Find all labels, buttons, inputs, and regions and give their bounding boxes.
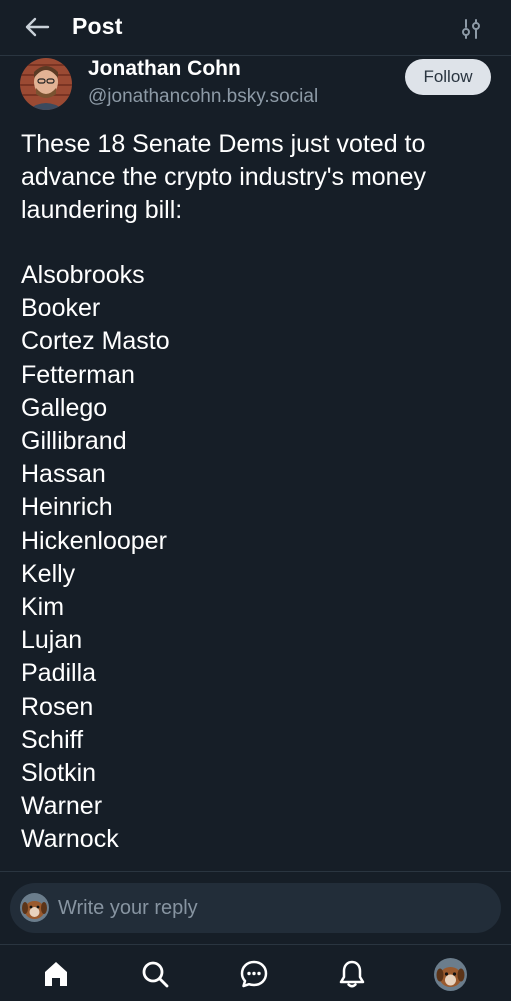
list-item: Padilla [21,659,97,688]
nav-profile[interactable] [432,956,468,992]
chat-icon [240,960,268,988]
post-text: These 18 Senate Dems just voted to advan… [21,130,426,224]
reply-placeholder: Write your reply [58,897,198,919]
list-item: Gillibrand [21,427,127,456]
senator-list: Alsobrooks Booker Cortez Masto Fetterman… [21,259,170,857]
top-bar: Post [0,0,511,56]
list-item: Hassan [21,460,106,489]
list-item: Alsobrooks [21,261,145,289]
author-avatar[interactable] [20,58,72,110]
list-item: Kim [21,593,65,622]
list-item: Fetterman [21,360,135,389]
list-item: Heinrich [21,493,113,522]
nav-home[interactable] [38,956,74,992]
list-item: Booker [21,294,101,323]
user-avatar [20,893,49,922]
back-button[interactable] [20,12,54,42]
list-item: Cortez Masto [21,327,170,356]
arrow-left-icon [25,17,50,37]
follow-button[interactable]: Follow [405,59,491,95]
nav-search[interactable] [137,956,173,992]
list-item: Rosen [21,692,94,721]
list-item: Kelly [21,559,76,588]
home-icon [45,962,67,986]
list-item: Gallego [21,393,108,422]
list-item: Schiff [21,725,84,754]
list-item: Hickenlooper [21,526,167,555]
search-icon [142,961,169,988]
reply-input[interactable]: Write your reply [10,883,501,933]
divider [0,871,511,872]
thread-settings-button[interactable] [456,14,486,44]
list-item: Warner [21,792,103,821]
author-handle[interactable]: @jonathancohn.bsky.social [88,86,318,108]
nav-chat[interactable] [236,956,272,992]
bell-icon [339,960,365,988]
list-item: Lujan [21,626,83,655]
profile-avatar [433,957,467,991]
bottom-nav [0,944,511,1001]
page-title: Post [72,13,123,39]
author-name[interactable]: Jonathan Cohn [88,57,241,81]
list-item: Warnock [21,825,119,854]
sliders-icon [462,19,480,39]
nav-notifications[interactable] [334,956,370,992]
list-item: Slotkin [21,759,97,788]
